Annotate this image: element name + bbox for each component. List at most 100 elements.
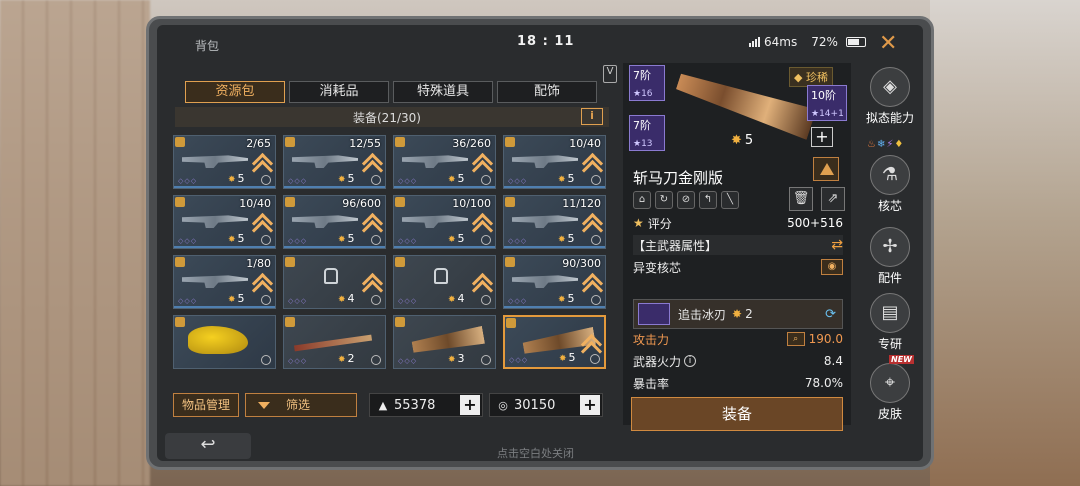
upgrade-icon[interactable] bbox=[813, 157, 839, 181]
inventory-item[interactable]: 36/260 ◇◇◇ 5 bbox=[393, 135, 496, 189]
item-count: 10/40 bbox=[569, 137, 601, 150]
stat-crit: 暴击率 78.0% bbox=[633, 373, 843, 393]
inventory-item[interactable]: ◇◇◇ 5 bbox=[503, 315, 606, 369]
inventory-item[interactable]: 96/600 ◇◇◇ 5 bbox=[283, 195, 386, 249]
rank-chevron-icon bbox=[585, 154, 599, 172]
side-item-core[interactable]: ⚗ 核芯 bbox=[859, 155, 921, 214]
inventory-item[interactable]: 10/100 ◇◇◇ 5 bbox=[393, 195, 496, 249]
add-slot-button[interactable]: + bbox=[811, 127, 833, 147]
cycle-icon[interactable]: ↻ bbox=[655, 191, 673, 209]
inventory-item[interactable]: 2/65 ◇◇◇ 5 bbox=[173, 135, 276, 189]
skin-icon: ⌖ bbox=[870, 363, 910, 403]
rarity-stars: ◇◇◇ bbox=[398, 297, 418, 305]
weapon-name: 斩马刀金刚版 bbox=[633, 169, 724, 187]
tab-accessories[interactable]: 配饰 bbox=[497, 81, 597, 103]
item-type-icon bbox=[175, 197, 185, 207]
status-circle-icon bbox=[481, 175, 491, 185]
tier-badge-top[interactable]: 7阶 ★16 bbox=[629, 65, 665, 101]
inventory-item[interactable]: 1/80 ◇◇◇ 5 bbox=[173, 255, 276, 309]
item-level: 5 bbox=[558, 292, 575, 305]
rank-chevron-icon bbox=[365, 154, 379, 172]
item-grid: 2/65◇◇◇512/55◇◇◇536/260◇◇◇510/40◇◇◇510/4… bbox=[173, 135, 606, 369]
stat-label: 攻击力 bbox=[633, 332, 670, 347]
rank-chevron-icon bbox=[475, 154, 489, 172]
tier-badge-right[interactable]: 10阶 ★14+1 bbox=[807, 85, 847, 121]
tier-bottom-label: 7阶 bbox=[633, 119, 651, 132]
battery-icon bbox=[845, 37, 866, 47]
eye-icon[interactable]: ◉ bbox=[821, 259, 843, 275]
weapon-thumbnail bbox=[402, 155, 468, 168]
core-effect-icon: ⟳ bbox=[825, 306, 836, 322]
filter-label: 筛选 bbox=[286, 398, 311, 412]
item-count: 96/600 bbox=[342, 197, 381, 210]
core-thumbnail bbox=[638, 303, 670, 325]
add-currency-2-button[interactable]: + bbox=[580, 395, 600, 415]
search-icon[interactable]: ⌕ bbox=[786, 332, 805, 346]
status-circle-icon bbox=[481, 355, 491, 365]
trash-button[interactable]: 🗑 bbox=[789, 187, 813, 211]
stat-value: 78.0% bbox=[804, 376, 843, 390]
new-badge: NEW bbox=[889, 355, 914, 364]
inventory-item[interactable]: ◇◇◇ 4 bbox=[283, 255, 386, 309]
info-icon[interactable]: i bbox=[684, 355, 697, 367]
back-button[interactable]: ↩ bbox=[165, 433, 251, 459]
weapon-thumbnail bbox=[402, 215, 468, 228]
inventory-item[interactable]: 90/300 ◇◇◇ 5 bbox=[503, 255, 606, 309]
lock-icon bbox=[434, 268, 448, 284]
side-item-mimic[interactable]: ◈ 拟态能力 bbox=[859, 67, 921, 126]
no-entry-icon[interactable]: ⊘ bbox=[677, 191, 695, 209]
item-level: 5 bbox=[338, 232, 355, 245]
status-area: 64ms 72% bbox=[749, 35, 866, 49]
side-item-research[interactable]: ▤ 专研 bbox=[859, 293, 921, 352]
hook-icon[interactable]: ↰ bbox=[699, 191, 717, 209]
background-left bbox=[0, 0, 150, 486]
bottom-actions: 物品管理 筛选 bbox=[173, 393, 358, 417]
side-item-parts[interactable]: ✢ 配件 bbox=[859, 227, 921, 286]
item-count: 1/80 bbox=[246, 257, 271, 270]
item-level: 4 bbox=[448, 292, 465, 305]
swap-icon[interactable]: ⇄ bbox=[831, 237, 843, 253]
currency-2-value: 30150 bbox=[514, 397, 556, 413]
inventory-item[interactable]: 11/120 ◇◇◇ 5 bbox=[503, 195, 606, 249]
score-value: 500+516 bbox=[787, 216, 843, 230]
lock-icon[interactable]: ⌂ bbox=[633, 191, 651, 209]
item-level: 2 bbox=[338, 352, 355, 365]
item-detail-pane: 7阶 ★16 7阶 ★13 ◆ 珍稀 10阶 ★14+1 + 5 斩马刀金刚版 … bbox=[623, 63, 851, 431]
inventory-item[interactable]: 12/55 ◇◇◇ 5 bbox=[283, 135, 386, 189]
item-level: 5 bbox=[559, 351, 576, 364]
rarity-stars: ◇◇◇ bbox=[398, 237, 418, 245]
filter-button[interactable]: 筛选 bbox=[245, 393, 358, 417]
status-circle-icon bbox=[371, 295, 381, 305]
info-button[interactable]: i bbox=[581, 108, 603, 125]
item-manage-button[interactable]: 物品管理 bbox=[173, 393, 240, 417]
add-currency-1-button[interactable]: + bbox=[460, 395, 480, 415]
inventory-item[interactable]: ◇◇◇ 4 bbox=[393, 255, 496, 309]
inventory-item[interactable] bbox=[173, 315, 276, 369]
tab-resource-pack[interactable]: 资源包 bbox=[185, 81, 285, 103]
side-item-label: 配件 bbox=[877, 271, 902, 285]
side-item-skin[interactable]: NEW ⌖ 皮肤 bbox=[859, 355, 921, 422]
tier-right-label: 10阶 bbox=[811, 89, 836, 102]
tab-consumables[interactable]: 消耗品 bbox=[289, 81, 389, 103]
mimic-icon: ◈ bbox=[870, 67, 910, 107]
tier-badge-bottom[interactable]: 7阶 ★13 bbox=[629, 115, 665, 151]
item-level: 5 bbox=[228, 292, 245, 305]
item-level: 5 bbox=[558, 172, 575, 185]
share-button[interactable]: ⇗ bbox=[821, 187, 845, 211]
progress-line bbox=[174, 306, 275, 308]
rank-chevron-icon bbox=[475, 274, 489, 292]
panel-title: 背包 bbox=[195, 39, 220, 53]
equip-button[interactable]: 装备 bbox=[631, 397, 843, 431]
inventory-item[interactable]: 10/40 ◇◇◇ 5 bbox=[173, 195, 276, 249]
inventory-item[interactable]: 10/40 ◇◇◇ 5 bbox=[503, 135, 606, 189]
top-bar: 背包 18 : 11 64ms 72% ✕ bbox=[157, 25, 923, 61]
close-button[interactable]: ✕ bbox=[879, 31, 897, 56]
core-slot[interactable]: 追击冰刃 2 ⟳ bbox=[633, 299, 843, 329]
inventory-item[interactable]: ◇◇◇ 2 bbox=[283, 315, 386, 369]
currency-2: ◎ 30150 + bbox=[489, 393, 603, 417]
signal-icon bbox=[749, 37, 760, 47]
tab-special-items[interactable]: 特殊道具 bbox=[393, 81, 493, 103]
inventory-item[interactable]: ◇◇◇ 3 bbox=[393, 315, 496, 369]
core-name: 追击冰刃 bbox=[678, 307, 727, 322]
blade-icon[interactable]: ╲ bbox=[721, 191, 739, 209]
